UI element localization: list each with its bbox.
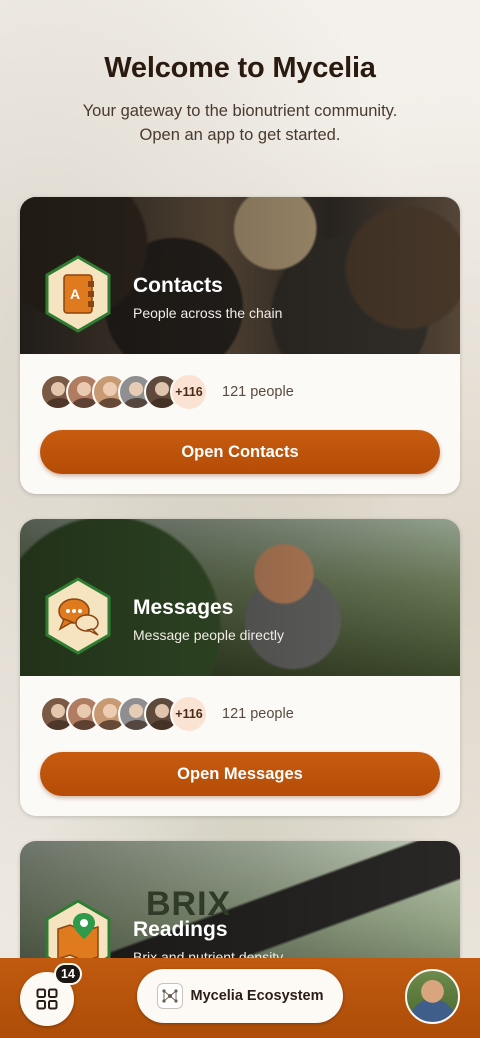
subtitle-line-1: Your gateway to the bionutrient communit… <box>82 102 398 120</box>
page-header: Welcome to Mycelia Your gateway to the b… <box>0 52 480 147</box>
chat-bubbles-icon <box>45 577 111 655</box>
readings-title: Readings <box>133 918 228 941</box>
messages-subtitle: Message people directly <box>133 627 284 643</box>
ecosystem-label: Mycelia Ecosystem <box>190 988 324 1004</box>
messages-people-row: +116 121 people <box>40 694 440 734</box>
contacts-card-body: +116 121 people Open Contacts <box>20 354 460 494</box>
page-subtitle: Your gateway to the bionutrient communit… <box>0 99 480 147</box>
open-contacts-button[interactable]: Open Contacts <box>40 430 440 474</box>
network-icon <box>156 983 183 1009</box>
messages-hero-image: Messages Message people directly <box>20 519 460 676</box>
messages-card[interactable]: Messages Message people directly +116 12… <box>20 519 460 816</box>
subtitle-line-2: Open an app to get started. <box>139 126 341 144</box>
contacts-hero-image: A Contacts People across the chain <box>20 197 460 354</box>
people-count: 121 people <box>222 384 294 400</box>
page-title: Welcome to Mycelia <box>104 52 376 84</box>
grid-icon <box>36 988 58 1010</box>
open-messages-button[interactable]: Open Messages <box>40 752 440 796</box>
profile-avatar[interactable] <box>405 969 460 1024</box>
mycelia-ecosystem-button[interactable]: Mycelia Ecosystem <box>137 969 343 1023</box>
messages-card-body: +116 121 people Open Messages <box>20 676 460 816</box>
contacts-subtitle: People across the chain <box>133 305 283 321</box>
more-people-count: +116 <box>170 373 208 411</box>
more-people-count: +116 <box>170 695 208 733</box>
contacts-people-row: +116 121 people <box>40 372 440 412</box>
apps-count-badge: 14 <box>54 963 82 985</box>
messages-title: Messages <box>133 596 234 619</box>
address-book-icon: A <box>45 255 111 333</box>
contacts-card[interactable]: A Contacts People across the chain +116 … <box>20 197 460 494</box>
contacts-title: Contacts <box>133 274 223 297</box>
svg-text:A: A <box>70 286 80 302</box>
people-count: 121 people <box>222 706 294 722</box>
